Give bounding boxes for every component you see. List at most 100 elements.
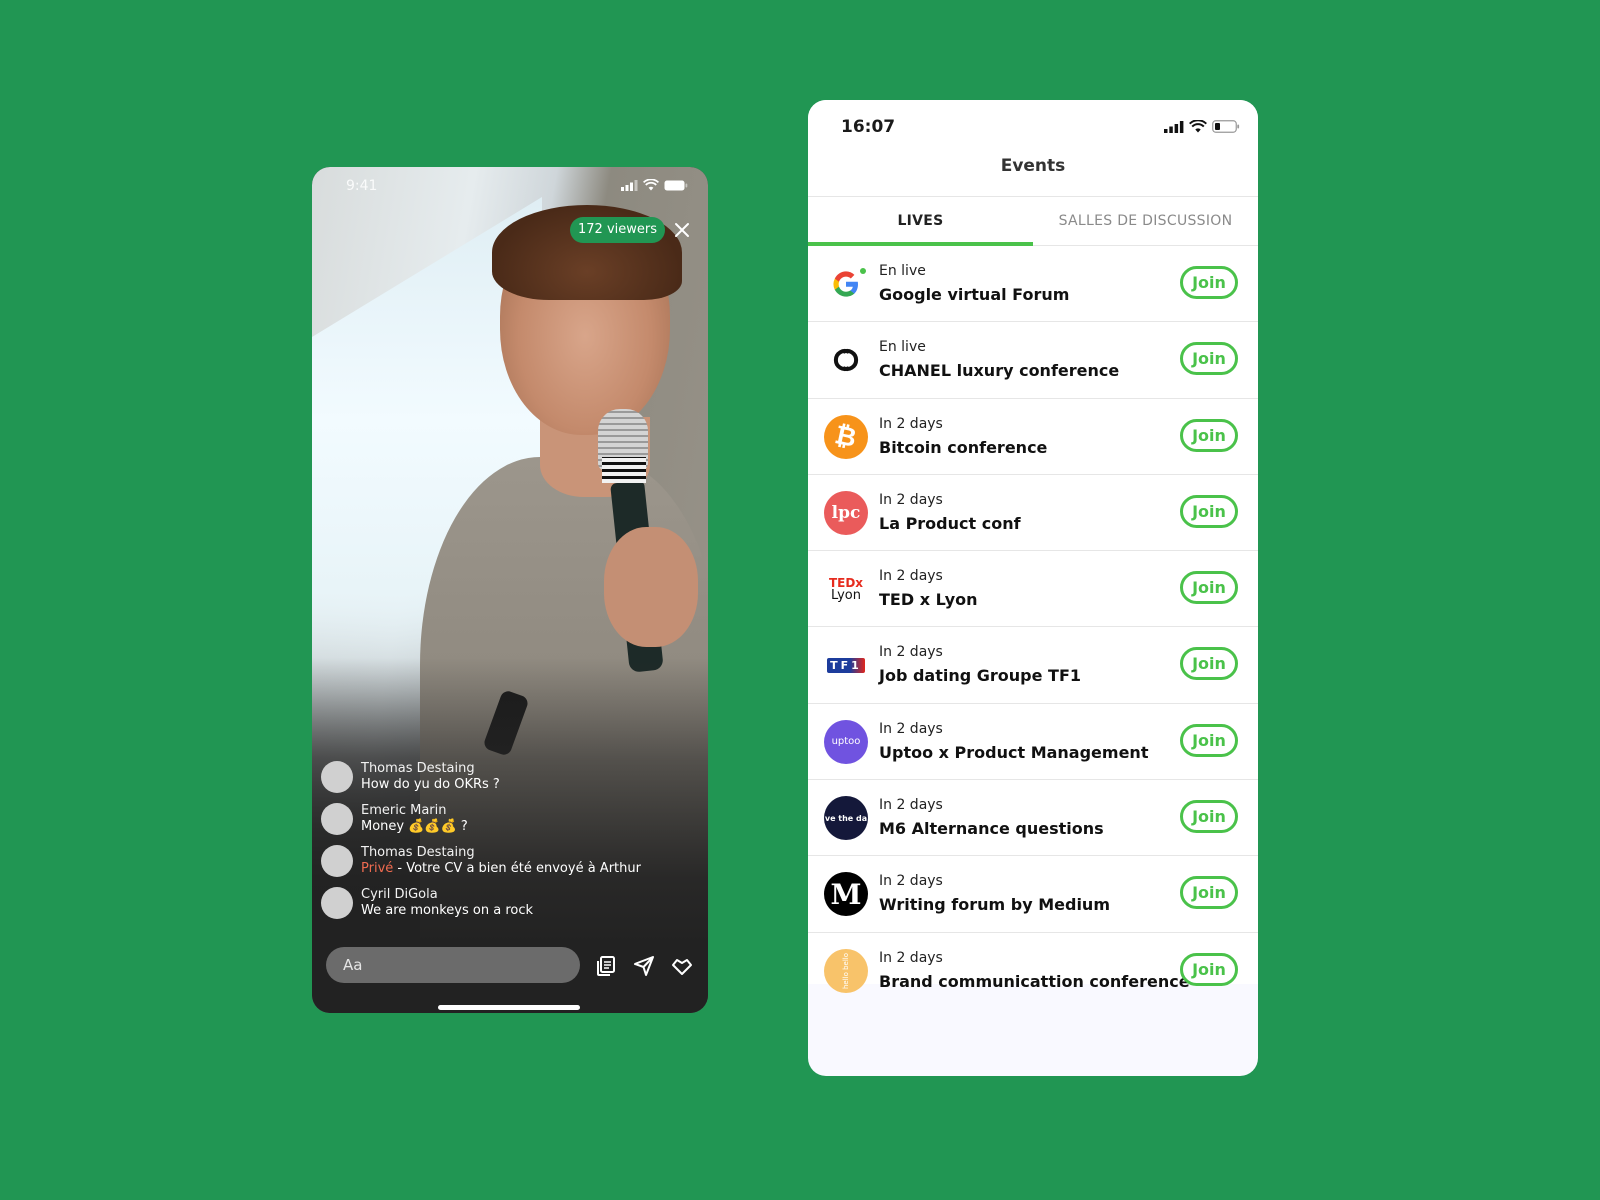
bitcoin-logo-icon: ₿ xyxy=(824,414,868,459)
join-button[interactable]: Join xyxy=(1180,952,1238,986)
status-time: 9:41 xyxy=(346,178,378,194)
live-stream-phone: 9:41 172 viewers Thomas Destaing How do … xyxy=(312,167,708,1013)
join-button[interactable]: Join xyxy=(1180,342,1238,376)
live-indicator xyxy=(860,268,866,274)
event-time: In 2 days xyxy=(879,568,943,585)
event-row[interactable]: uptoo In 2 days Uptoo x Product Manageme… xyxy=(808,704,1258,781)
event-row[interactable]: ₿ In 2 days Bitcoin conference Join xyxy=(808,399,1258,475)
event-time: En live xyxy=(879,339,926,356)
avatar[interactable] xyxy=(321,803,353,835)
event-time: In 2 days xyxy=(879,949,943,966)
wifi-icon xyxy=(1189,120,1207,133)
avatar[interactable] xyxy=(321,845,353,877)
uptoo-logo-icon: uptoo xyxy=(824,719,868,764)
send-cv-button[interactable] xyxy=(594,954,618,978)
status-bar: 9:41 xyxy=(312,167,708,203)
chat-body: We are monkeys on a rock xyxy=(361,903,534,918)
avatar[interactable] xyxy=(321,887,353,919)
like-button[interactable] xyxy=(670,954,694,978)
chat-author: Thomas Destaing xyxy=(361,761,475,776)
lpc-logo-icon: lpc xyxy=(824,490,868,535)
chat-body: How do yu do OKRs ? xyxy=(361,777,500,792)
close-icon xyxy=(675,223,689,237)
send-button[interactable] xyxy=(632,954,656,978)
join-button[interactable]: Join xyxy=(1180,647,1238,681)
event-row[interactable]: lpc In 2 days La Product conf Join xyxy=(808,475,1258,552)
battery-icon xyxy=(664,180,688,191)
chat-composer xyxy=(326,947,696,985)
chat-author: Emeric Marin xyxy=(361,803,447,818)
event-row[interactable]: TF1 In 2 days Job dating Groupe TF1 Join xyxy=(808,627,1258,704)
event-time: In 2 days xyxy=(879,873,943,890)
event-row[interactable]: M In 2 days Writing forum by Medium Join xyxy=(808,856,1258,933)
cv-document-icon xyxy=(597,956,615,976)
event-row[interactable]: TEDx Lyon In 2 days TED x Lyon Join xyxy=(808,551,1258,628)
join-button[interactable]: Join xyxy=(1180,876,1238,910)
close-button[interactable] xyxy=(672,220,692,240)
event-name: Uptoo x Product Management xyxy=(879,742,1149,762)
chat-body: Privé - Votre CV a bien été envoyé à Art… xyxy=(361,861,641,877)
send-icon xyxy=(634,956,654,976)
medium-logo-icon: M xyxy=(824,872,868,917)
chat-body-text: - Votre CV a bien été envoyé à Arthur xyxy=(393,861,641,876)
battery-icon xyxy=(1212,120,1240,133)
event-list: En live Google virtual Forum Join En liv… xyxy=(808,246,1258,1009)
event-row[interactable]: hello bello In 2 days Brand communicatti… xyxy=(808,933,1258,1009)
events-screen: 16:07 Events LIVES SALLES DE DISCUSSION … xyxy=(808,100,1258,993)
message-input[interactable] xyxy=(326,947,580,983)
event-name: M6 Alternance questions xyxy=(879,819,1104,839)
tf1-logo-icon: TF1 xyxy=(824,643,868,687)
join-button[interactable]: Join xyxy=(1180,571,1238,605)
page-title: Events xyxy=(1000,156,1066,176)
signal-icon xyxy=(1164,120,1184,133)
chat-message: Cyril DiGola We are monkeys on a rock xyxy=(321,887,701,929)
tab-bar: LIVES SALLES DE DISCUSSION xyxy=(808,197,1258,245)
event-time: In 2 days xyxy=(879,415,943,432)
chat-message: Thomas Destaing How do yu do OKRs ? xyxy=(321,761,701,803)
event-time: In 2 days xyxy=(879,644,943,661)
status-icons xyxy=(621,179,688,191)
avatar[interactable] xyxy=(321,761,353,793)
join-button[interactable]: Join xyxy=(1180,266,1238,299)
tab-lives[interactable]: LIVES xyxy=(808,197,1033,245)
chat-message: Thomas Destaing Privé - Votre CV a bien … xyxy=(321,845,701,887)
join-button[interactable]: Join xyxy=(1180,800,1238,834)
events-phone: 16:07 Events LIVES SALLES DE DISCUSSION … xyxy=(808,100,1258,1076)
event-name: Bitcoin conference xyxy=(879,437,1048,457)
event-time: In 2 days xyxy=(879,720,943,737)
hello-bello-logo-icon: hello bello xyxy=(824,948,868,993)
m6-logo-icon: ve the da xyxy=(824,796,868,841)
event-time: In 2 days xyxy=(879,491,943,508)
chat-message: Emeric Marin Money 💰💰💰 ? xyxy=(321,803,701,845)
wifi-icon xyxy=(643,179,659,191)
event-name: Brand communicattion conference xyxy=(879,971,1190,991)
event-row[interactable]: ve the da In 2 days M6 Alternance questi… xyxy=(808,780,1258,857)
join-button[interactable]: Join xyxy=(1180,418,1238,452)
event-name: CHANEL luxury conference xyxy=(879,361,1120,381)
status-time: 16:07 xyxy=(841,117,896,137)
event-time: In 2 days xyxy=(879,797,943,814)
join-button[interactable]: Join xyxy=(1180,494,1238,528)
event-name: Job dating Groupe TF1 xyxy=(879,666,1082,686)
chat-list: Thomas Destaing How do yu do OKRs ? Emer… xyxy=(321,761,701,929)
chat-body: Money 💰💰💰 ? xyxy=(361,819,468,834)
heart-icon xyxy=(672,959,692,975)
tedx-lyon-logo-icon: TEDx Lyon xyxy=(828,575,864,603)
private-label: Privé xyxy=(361,861,394,876)
signal-icon xyxy=(621,180,638,191)
event-name: Google virtual Forum xyxy=(879,285,1070,304)
event-row[interactable]: En live Google virtual Forum Join xyxy=(808,246,1258,323)
event-name: TED x Lyon xyxy=(879,590,978,610)
tab-discussion-rooms[interactable]: SALLES DE DISCUSSION xyxy=(1033,197,1258,245)
chat-author: Thomas Destaing xyxy=(361,845,475,860)
event-name: Writing forum by Medium xyxy=(879,895,1110,915)
viewer-count-badge: 172 viewers xyxy=(570,217,665,243)
join-button[interactable]: Join xyxy=(1180,723,1238,757)
event-name: La Product conf xyxy=(879,513,1021,533)
status-icons xyxy=(1164,120,1240,133)
chat-author: Cyril DiGola xyxy=(361,887,438,902)
event-time: En live xyxy=(879,263,926,279)
chanel-logo-icon xyxy=(824,338,868,382)
event-row[interactable]: En live CHANEL luxury conference Join xyxy=(808,322,1258,399)
home-indicator xyxy=(438,1005,580,1010)
